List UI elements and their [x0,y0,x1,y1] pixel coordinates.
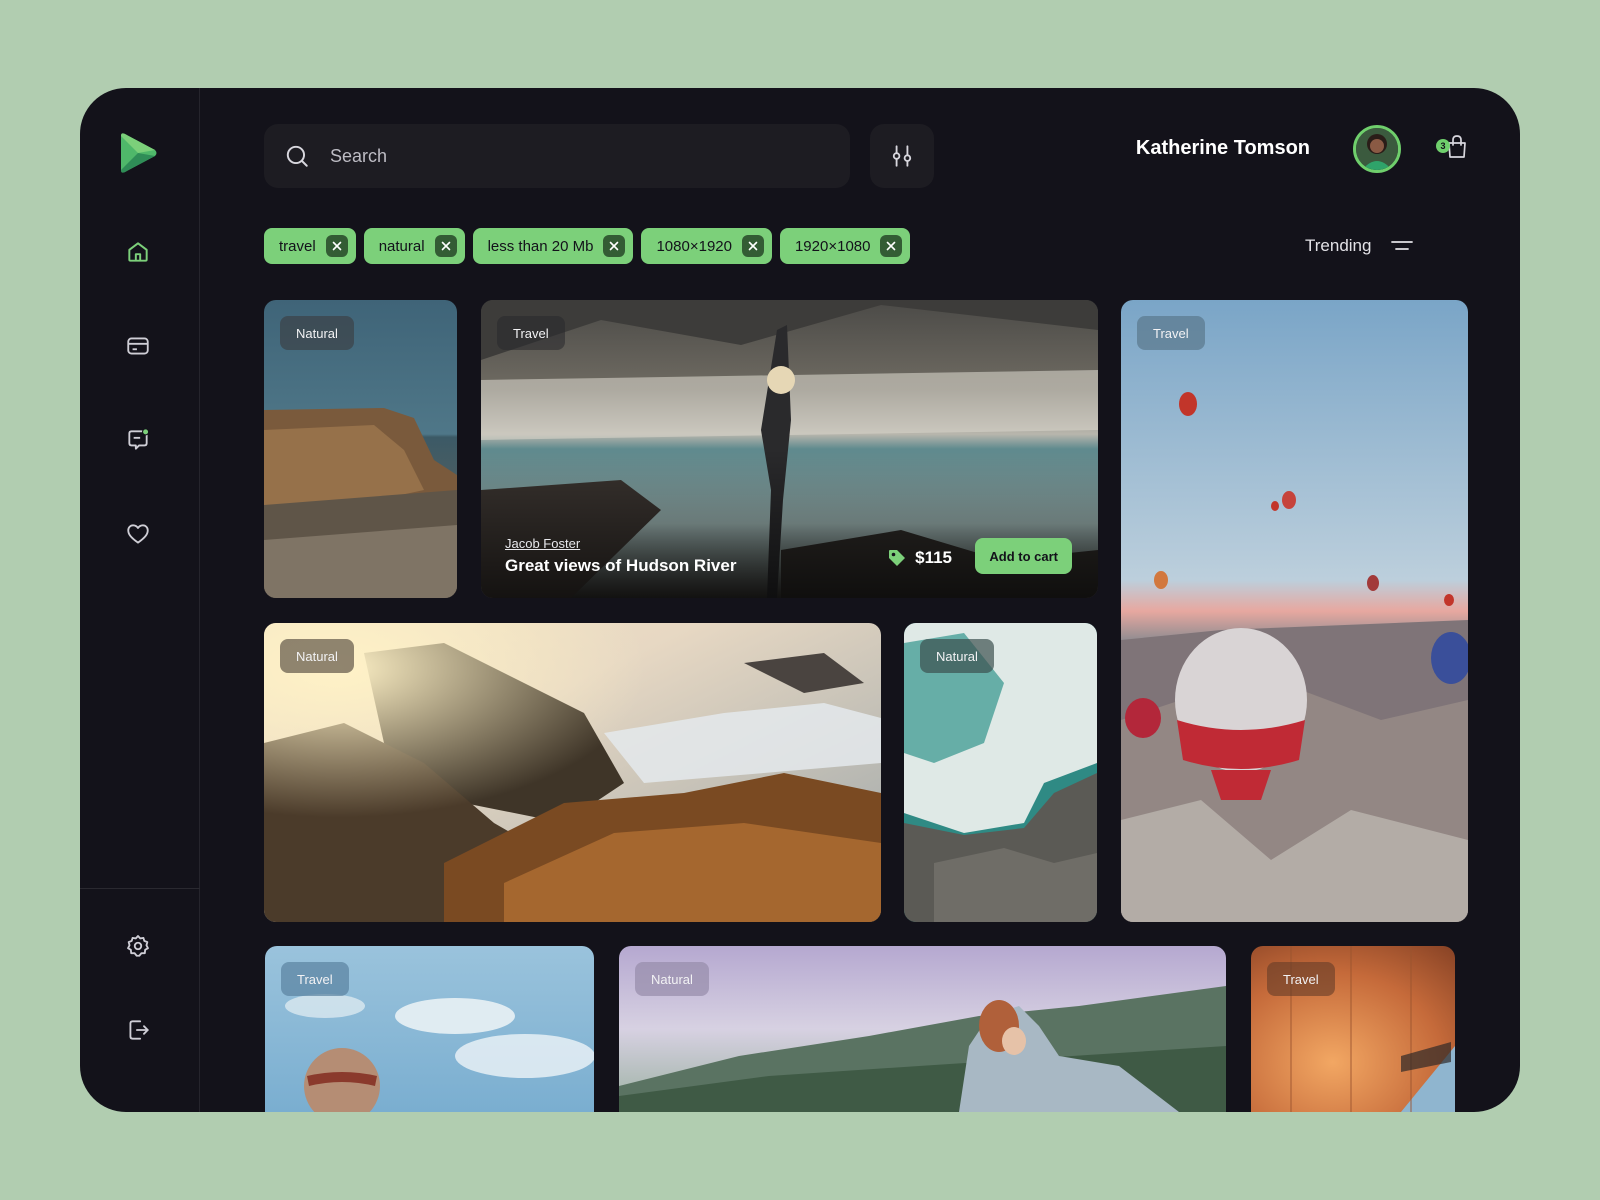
close-icon[interactable] [741,235,764,257]
app-logo-icon[interactable] [118,132,158,174]
rocky-shore-image [264,623,881,922]
chip-label: less than 20 Mb [487,237,594,255]
category-tag: Natural [635,962,709,996]
close-icon[interactable] [603,235,626,257]
filter-chip[interactable]: 1920×1080 [779,228,911,264]
close-icon[interactable] [325,235,348,257]
home-icon[interactable] [124,238,152,266]
category-tag: Travel [1137,316,1205,350]
settings-icon[interactable] [124,932,152,960]
chip-label: 1080×1920 [656,237,732,255]
featured-info: Jacob Foster Great views of Hudson River [505,536,736,576]
filter-chip[interactable]: 1080×1920 [641,228,772,264]
author-link[interactable]: Jacob Foster [505,536,736,551]
gallery-card[interactable]: Natural [264,300,457,598]
sort-dropdown[interactable]: Trending [1305,232,1414,260]
category-tag: Travel [281,962,349,996]
category-tag: Travel [497,316,565,350]
hot-air-balloons-image [1121,300,1468,922]
price-value: $115 [915,548,952,567]
close-icon[interactable] [434,235,457,257]
search-bar[interactable] [264,124,850,188]
messages-icon[interactable] [124,426,152,454]
search-icon [286,145,308,167]
search-input[interactable] [330,145,830,167]
cart-count-badge: 3 [1436,139,1450,153]
cart-button[interactable]: 3 [1436,134,1470,164]
card-icon[interactable] [124,332,152,360]
chip-label: travel [279,237,316,255]
app-window: Katherine Tomson 3 travel natural less t… [80,88,1520,1112]
close-icon[interactable] [880,235,903,257]
filter-chips: travel natural less than 20 Mb 1080×1920… [264,228,911,264]
featured-card[interactable]: Travel Jacob Foster Great views of Hudso… [481,300,1098,598]
filter-chip[interactable]: natural [363,228,465,264]
price-tag-icon [889,550,906,566]
category-tag: Natural [280,639,354,673]
chip-label: natural [378,237,425,255]
sort-icon [1391,241,1414,250]
sidebar-divider [80,888,200,889]
add-to-cart-button[interactable]: Add to cart [975,538,1072,574]
category-tag: Natural [920,639,994,673]
gallery-card[interactable]: Travel [1251,946,1455,1112]
gallery-card[interactable]: Travel [265,946,594,1112]
price: $115 [887,548,952,568]
category-tag: Travel [1267,962,1335,996]
chip-label: 1920×1080 [794,237,871,255]
woman-field-image [619,946,1226,1112]
sidebar [80,88,200,1112]
gallery-card[interactable]: Natural [264,623,881,922]
gallery-card[interactable]: Natural [619,946,1226,1112]
featured-title: Great views of Hudson River [505,556,737,575]
heart-icon[interactable] [124,520,152,548]
user-name: Katherine Tomson [1135,137,1310,159]
sliders-icon [892,145,912,167]
filter-chip[interactable]: travel [264,228,356,264]
logout-icon[interactable] [124,1016,152,1044]
gallery-card[interactable]: Travel [1121,300,1468,922]
sort-label: Trending [1305,236,1372,255]
filter-chip[interactable]: less than 20 Mb [472,228,634,264]
filter-button[interactable] [870,124,934,188]
category-tag: Natural [280,316,354,350]
avatar[interactable] [1353,125,1401,173]
gallery-card[interactable]: Natural [904,623,1097,922]
